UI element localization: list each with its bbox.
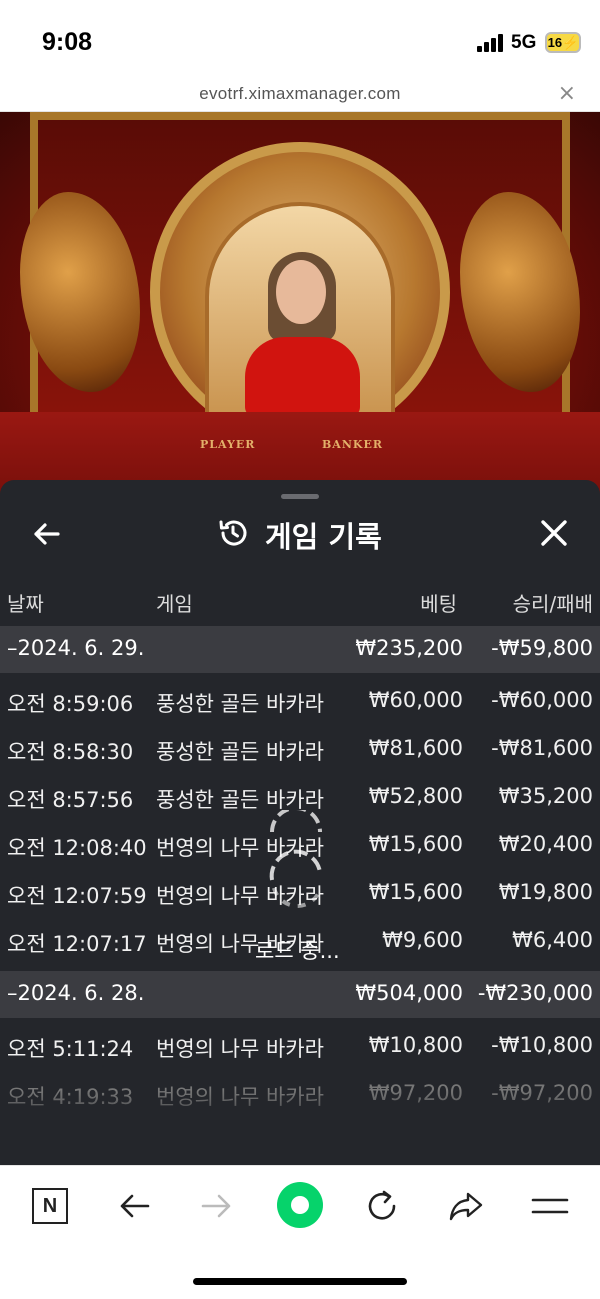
record-game: 풍성한 골든 바카라 — [156, 692, 324, 716]
signal-icon — [477, 34, 505, 52]
status-bar: 9:08 5G 16⚡ — [0, 0, 600, 80]
loading-text: 로드 중... — [255, 939, 340, 963]
arrow-left-icon[interactable] — [30, 517, 64, 551]
url-close-icon[interactable]: × — [558, 80, 576, 108]
date-group-row[interactable]: –2024. 6. 29. ₩235,200 -₩59,800 — [0, 626, 600, 673]
panel-title: 게임 기록 — [265, 520, 382, 554]
record-bet: ₩10,800 — [368, 1033, 463, 1057]
menu-icon[interactable] — [530, 1186, 570, 1226]
column-winloss: 승리/패배 — [512, 592, 593, 616]
refresh-icon[interactable] — [362, 1186, 402, 1226]
home-indicator[interactable] — [193, 1278, 407, 1285]
record-bet: ₩15,600 — [368, 880, 463, 904]
record-winloss: ₩6,400 — [512, 928, 593, 952]
group-date: –2024. 6. 29. — [7, 636, 145, 660]
record-bet: ₩15,600 — [368, 832, 463, 856]
record-time: 오전 12:07:59 — [7, 884, 147, 908]
url-text[interactable]: evotrf.ximaxmanager.com — [0, 84, 600, 104]
record-bet: ₩9,600 — [382, 928, 463, 952]
dealer-body — [245, 337, 360, 417]
url-bar: evotrf.ximaxmanager.com × — [0, 80, 600, 112]
table-label-player: PLAYER — [200, 438, 256, 451]
record-time: 오전 12:08:40 — [7, 836, 147, 860]
record-game: 풍성한 골든 바카라 — [156, 740, 324, 764]
forward-arrow-icon[interactable] — [197, 1186, 237, 1226]
group-winloss-total: -₩59,800 — [491, 636, 593, 660]
date-group-row[interactable]: –2024. 6. 28. ₩504,000 -₩230,000 — [0, 971, 600, 1018]
close-icon[interactable] — [537, 516, 571, 550]
group-winloss-total: -₩230,000 — [477, 981, 593, 1005]
scroll-fade — [0, 1090, 600, 1165]
record-time: 오전 8:57:56 — [7, 788, 134, 812]
record-game: 번영의 나무 바카라 — [156, 1037, 324, 1061]
column-date: 날짜 — [7, 592, 44, 616]
green-dot-icon[interactable] — [277, 1182, 323, 1228]
drag-handle[interactable] — [281, 494, 319, 499]
record-row[interactable]: 오전 8:58:30 풍성한 골든 바카라 ₩81,600 -₩81,600 — [0, 726, 600, 773]
table-label-banker: BANKER — [322, 438, 383, 451]
record-time: 오전 12:07:17 — [7, 932, 147, 956]
back-arrow-icon[interactable] — [114, 1186, 154, 1226]
record-row[interactable]: 오전 8:59:06 풍성한 골든 바카라 ₩60,000 -₩60,000 — [0, 678, 600, 725]
record-winloss: -₩81,600 — [491, 736, 593, 760]
record-winloss: -₩60,000 — [491, 688, 593, 712]
naver-n-icon[interactable]: N — [32, 1188, 68, 1224]
group-date: –2024. 6. 28. — [7, 981, 145, 1005]
record-bet: ₩81,600 — [368, 736, 463, 760]
column-bet: 베팅 — [420, 592, 457, 616]
record-winloss: ₩20,400 — [498, 832, 593, 856]
record-bet: ₩60,000 — [368, 688, 463, 712]
browser-toolbar: N — [0, 1165, 600, 1299]
record-winloss: -₩10,800 — [491, 1033, 593, 1057]
battery-icon: 16⚡ — [545, 32, 581, 53]
record-bet: ₩52,800 — [368, 784, 463, 808]
dealer-head — [276, 260, 326, 324]
record-row[interactable]: 오전 5:11:24 번영의 나무 바카라 ₩10,800 -₩10,800 — [0, 1023, 600, 1070]
loading-spinner-icon — [269, 810, 322, 908]
share-icon[interactable] — [446, 1186, 486, 1226]
history-icon — [219, 520, 247, 546]
record-time: 오전 8:59:06 — [7, 692, 134, 716]
group-bet-total: ₩235,200 — [355, 636, 463, 660]
game-history-panel: 게임 기록 날짜 게임 베팅 승리/패배 –2024. 6. 29. ₩235,… — [0, 480, 600, 1165]
record-winloss: ₩19,800 — [498, 880, 593, 904]
network-type: 5G — [511, 32, 537, 53]
column-game: 게임 — [156, 592, 193, 616]
group-bet-total: ₩504,000 — [355, 981, 463, 1005]
record-winloss: ₩35,200 — [498, 784, 593, 808]
status-time: 9:08 — [42, 28, 93, 56]
record-time: 오전 8:58:30 — [7, 740, 134, 764]
live-video: PLAYER BANKER — [0, 112, 600, 532]
record-time: 오전 5:11:24 — [7, 1037, 134, 1061]
